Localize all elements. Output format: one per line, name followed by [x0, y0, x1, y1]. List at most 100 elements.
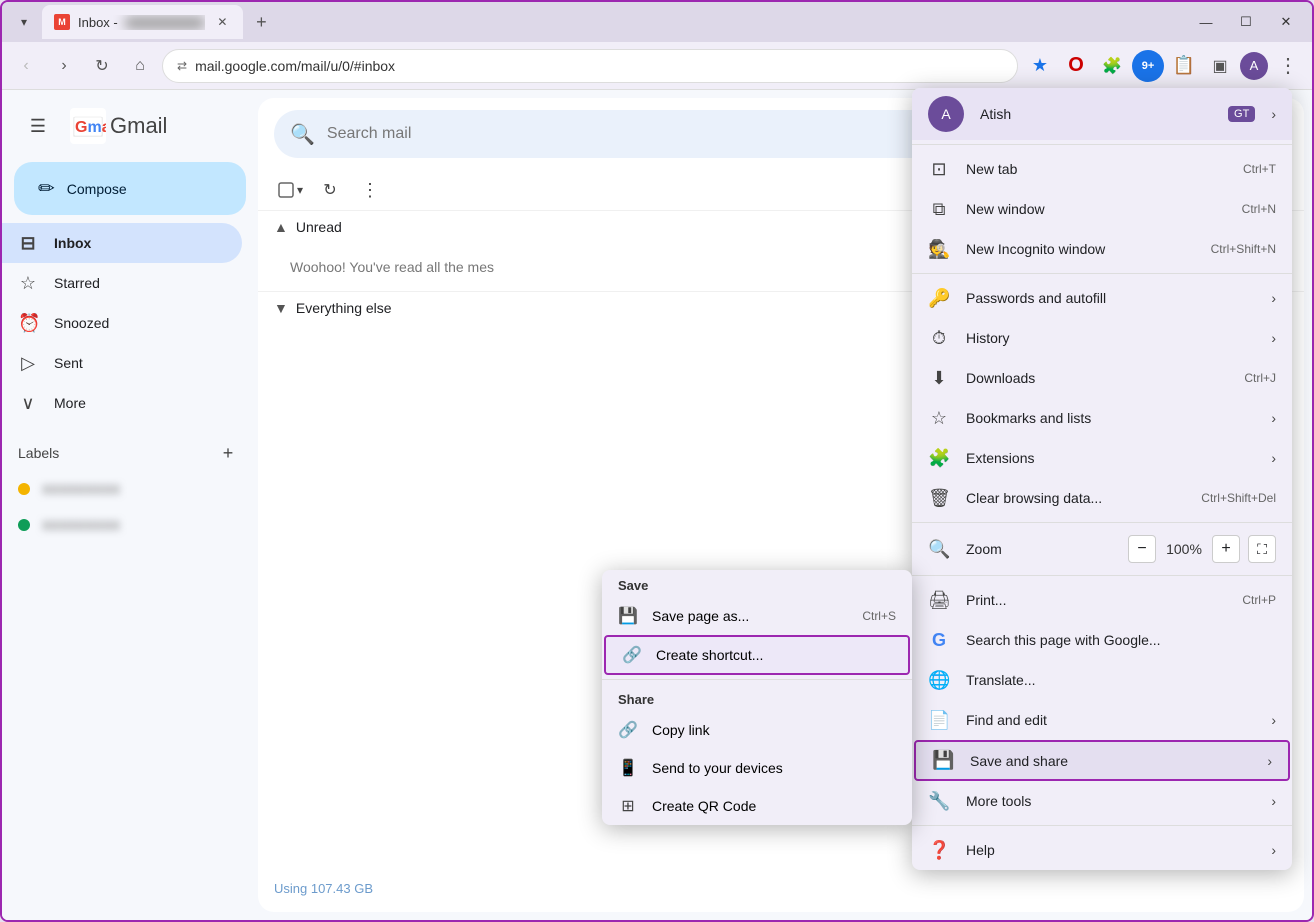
chrome-menu: A Atish GT › ⊡ New tab Ctrl+T ⧉ New wind… [912, 88, 1292, 870]
extensions-btn[interactable]: 9+ [1132, 50, 1164, 82]
sidebar-header: ☰ [2, 98, 258, 154]
menu-help[interactable]: ❓ Help › [912, 830, 1292, 870]
sidebar-item-more[interactable]: ∨ More [2, 383, 242, 423]
menu-print-label: Print... [966, 592, 1226, 608]
menu-history[interactable]: ⏱ History › [912, 318, 1292, 358]
menu-print-shortcut: Ctrl+P [1242, 593, 1276, 607]
back-btn[interactable]: ‹ [10, 50, 42, 82]
menu-clear-browsing[interactable]: 🗑 Clear browsing data... Ctrl+Shift+Del [912, 478, 1292, 518]
bookmark-star-btn[interactable]: ★ [1024, 50, 1056, 82]
menu-print[interactable]: 🖨 Print... Ctrl+P [912, 580, 1292, 620]
opera-btn[interactable]: O [1060, 50, 1092, 82]
menu-downloads[interactable]: ⬇ Downloads Ctrl+J [912, 358, 1292, 398]
sidebar-item-inbox[interactable]: ⊟ Inbox [2, 223, 242, 263]
unread-collapse-icon: ▲ [274, 219, 288, 235]
menu-clear-shortcut: Ctrl+Shift+Del [1201, 491, 1276, 505]
close-btn[interactable]: ✕ [1268, 8, 1304, 36]
gmail-logo: Gmail Gmail [70, 108, 167, 144]
more-icon: ∨ [18, 393, 38, 414]
incognito-icon: 🕵 [928, 239, 950, 260]
menu-translate[interactable]: 🌐 Translate... [912, 660, 1292, 700]
compose-icon: ✏ [38, 176, 55, 201]
menu-clear-label: Clear browsing data... [966, 490, 1185, 506]
menu-incognito[interactable]: 🕵 New Incognito window Ctrl+Shift+N [912, 229, 1292, 269]
address-text: mail.google.com/mail/u/0/#inbox [195, 58, 1003, 74]
menu-incognito-shortcut: Ctrl+Shift+N [1211, 242, 1276, 256]
home-btn[interactable]: ⌂ [124, 50, 156, 82]
copy-link-icon: 🔗 [618, 720, 638, 740]
add-label-btn[interactable]: + [214, 439, 242, 467]
reload-btn[interactable]: ↻ [86, 50, 118, 82]
storage-info: Using 107.43 GB [258, 865, 1304, 912]
hamburger-btn[interactable]: ☰ [18, 106, 58, 146]
menu-new-window[interactable]: ⧉ New window Ctrl+N [912, 189, 1292, 229]
menu-new-window-shortcut: Ctrl+N [1242, 202, 1276, 216]
passwords-icon: 🔑 [928, 288, 950, 309]
browser-tab[interactable]: M Inbox - ✕ [42, 5, 243, 39]
select-all-checkbox[interactable]: ▾ [274, 174, 306, 206]
extension-mystery-btn[interactable]: 🧩 [1096, 50, 1128, 82]
sub-menu-divider [602, 679, 912, 680]
zoom-minus-btn[interactable]: − [1128, 535, 1156, 563]
minimize-btn[interactable]: — [1188, 8, 1224, 36]
menu-divider-4 [912, 575, 1292, 576]
clipboard-btn[interactable]: 📋 [1168, 50, 1200, 82]
forward-btn[interactable]: › [48, 50, 80, 82]
submenu-send-devices[interactable]: 📱 Send to your devices [602, 749, 912, 787]
extensions-arrow: › [1271, 450, 1276, 466]
inbox-icon: ⊟ [18, 233, 38, 254]
search-bar[interactable]: 🔍 Search mail [274, 110, 994, 158]
create-qr-label: Create QR Code [652, 798, 896, 814]
chrome-menu-btn[interactable]: ⋮ [1272, 50, 1304, 82]
translate-icon: 🌐 [928, 670, 950, 691]
menu-divider-2 [912, 273, 1292, 274]
snoozed-label: Snoozed [54, 315, 109, 331]
svg-text:Gmail: Gmail [75, 119, 106, 136]
sub-menu: Save 💾 Save page as... Ctrl+S 🔗 Create s… [602, 570, 912, 825]
menu-passwords[interactable]: 🔑 Passwords and autofill › [912, 278, 1292, 318]
create-shortcut-icon: 🔗 [622, 645, 642, 665]
sidebar-item-starred[interactable]: ☆ Starred [2, 263, 242, 303]
menu-save-share[interactable]: 💾 Save and share › [914, 740, 1290, 781]
submenu-create-qr[interactable]: ⊞ Create QR Code [602, 787, 912, 825]
address-bar[interactable]: ⇄ mail.google.com/mail/u/0/#inbox [162, 49, 1018, 83]
security-icon: ⇄ [177, 59, 187, 73]
compose-btn[interactable]: ✏ Compose [14, 162, 246, 215]
tab-title: Inbox - [78, 15, 205, 30]
menu-new-tab-shortcut: Ctrl+T [1243, 162, 1276, 176]
menu-find-edit[interactable]: 📄 Find and edit › [912, 700, 1292, 740]
send-devices-label: Send to your devices [652, 760, 896, 776]
submenu-save-page[interactable]: 💾 Save page as... Ctrl+S [602, 597, 912, 635]
menu-search-google[interactable]: G Search this page with Google... [912, 620, 1292, 660]
new-tab-btn[interactable]: + [247, 8, 275, 36]
zoom-expand-btn[interactable]: ⛶ [1248, 535, 1276, 563]
submenu-create-shortcut[interactable]: 🔗 Create shortcut... [604, 635, 910, 675]
menu-divider-5 [912, 825, 1292, 826]
menu-extensions[interactable]: 🧩 Extensions › [912, 438, 1292, 478]
menu-more-tools[interactable]: 🔧 More tools › [912, 781, 1292, 821]
menu-user-row[interactable]: A Atish GT › [912, 88, 1292, 140]
labels-section: Labels + [2, 423, 258, 471]
sidebar-item-sent[interactable]: ▷ Sent [2, 343, 242, 383]
sidebar-toggle-btn[interactable]: ▣ [1204, 50, 1236, 82]
tab-dropdown-btn[interactable]: ▾ [10, 8, 38, 36]
tab-close-btn[interactable]: ✕ [213, 13, 231, 31]
find-edit-arrow: › [1271, 712, 1276, 728]
menu-bookmarks[interactable]: ☆ Bookmarks and lists › [912, 398, 1292, 438]
save-share-arrow: › [1267, 753, 1272, 769]
maximize-btn[interactable]: ☐ [1228, 8, 1264, 36]
user-badge: GT [1228, 106, 1255, 122]
zoom-plus-btn[interactable]: + [1212, 535, 1240, 563]
sidebar-item-snoozed[interactable]: ⏰ Snoozed [2, 303, 242, 343]
refresh-btn[interactable]: ↻ [314, 174, 346, 206]
inbox-label: Inbox [54, 235, 91, 251]
tab-favicon: M [54, 14, 70, 30]
menu-passwords-label: Passwords and autofill [966, 290, 1255, 306]
toolbar-more-btn[interactable]: ⋮ [354, 174, 386, 206]
submenu-copy-link[interactable]: 🔗 Copy link [602, 711, 912, 749]
profile-btn[interactable]: A [1240, 52, 1268, 80]
zoom-value: 100% [1164, 541, 1204, 557]
menu-new-tab[interactable]: ⊡ New tab Ctrl+T [912, 149, 1292, 189]
label-item-2[interactable]: XXXXXXXXX [2, 507, 242, 543]
label-item-1[interactable]: XXXXXXXXX [2, 471, 242, 507]
